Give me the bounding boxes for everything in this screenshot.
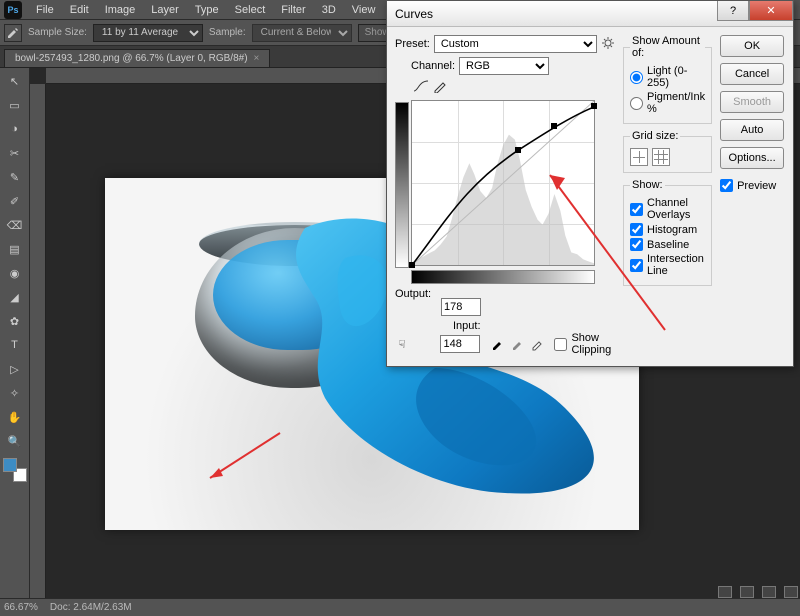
ruler-vertical[interactable] [30,84,46,598]
eyedropper-tool-icon[interactable] [4,24,22,42]
zoom-tool-icon[interactable]: 🔍 [4,430,26,452]
menu-filter[interactable]: Filter [273,4,313,16]
panel-icon[interactable] [740,586,754,598]
annotation-arrow-dialog [535,160,675,340]
output-field[interactable] [441,298,481,316]
help-window-button[interactable]: ? [717,1,749,21]
menu-type[interactable]: Type [187,4,227,16]
input-label: Input: [453,320,495,332]
gray-point-eyedropper-icon[interactable] [510,337,524,351]
tools-panel: ↖ ▭ ◑ ✂ ✎ ✐ ⌫ ▤ ◉ ◢ ✿ T ▷ ✧ ✋ 🔍 [0,68,30,598]
auto-button[interactable]: Auto [720,119,784,141]
light-radio[interactable] [630,71,643,84]
app-logo: Ps [4,1,22,19]
menu-image[interactable]: Image [97,4,144,16]
close-window-button[interactable]: ✕ [749,1,793,21]
doc-size: Doc: 2.64M/2.63M [50,602,132,613]
blur-tool-icon[interactable]: ◉ [4,262,26,284]
annotation-arrow-canvas [195,428,285,488]
show-amount-group: Show Amount of: Light (0-255) Pigment/In… [623,35,712,124]
show-amount-legend: Show Amount of: [630,35,705,59]
sample-layer-select[interactable]: Current & Below [252,24,352,42]
sample-layer-label: Sample: [209,27,246,38]
output-gradient [395,102,409,268]
hand-sampler-icon[interactable]: ☟ [395,338,409,351]
cancel-button[interactable]: Cancel [720,63,784,85]
preset-select[interactable]: Custom [434,35,597,53]
pigment-radio[interactable] [630,97,643,110]
smooth-button[interactable]: Smooth [720,91,784,113]
preview-checkbox[interactable] [720,179,733,192]
sample-size-select[interactable]: 11 by 11 Average [93,24,203,42]
ok-button[interactable]: OK [720,35,784,57]
foreground-swatch[interactable] [3,458,17,472]
type-tool-icon[interactable]: T [4,334,26,356]
output-label: Output: [395,288,437,300]
shape-tool-icon[interactable]: ✧ [4,382,26,404]
channel-select[interactable]: RGB [459,57,549,75]
brush-tool-icon[interactable]: ✐ [4,190,26,212]
menu-file[interactable]: File [28,4,62,16]
panel-icon[interactable] [718,586,732,598]
pigment-label: Pigment/Ink % [647,91,705,115]
sample-size-label: Sample Size: [28,27,87,38]
crop-tool-icon[interactable]: ✂ [4,142,26,164]
marquee-tool-icon[interactable]: ▭ [4,94,26,116]
dialog-titlebar[interactable]: Curves ? ✕ [387,1,793,27]
dialog-title: Curves [395,7,433,21]
menu-edit[interactable]: Edit [62,4,97,16]
close-tab-icon[interactable]: × [254,53,260,64]
preset-label: Preset: [395,38,430,50]
curve-point[interactable] [551,123,557,129]
menu-layer[interactable]: Layer [143,4,187,16]
document-tab-title: bowl-257493_1280.png @ 66.7% (Layer 0, R… [15,53,248,64]
curve-point[interactable] [515,147,521,153]
move-tool-icon[interactable]: ↖ [4,70,26,92]
dodge-tool-icon[interactable]: ◢ [4,286,26,308]
menu-3d[interactable]: 3D [314,4,344,16]
pen-tool-icon[interactable]: ✿ [4,310,26,332]
curve-point[interactable] [591,103,597,109]
document-tab[interactable]: bowl-257493_1280.png @ 66.7% (Layer 0, R… [4,49,270,67]
grid-size-legend: Grid size: [630,130,680,142]
collapsed-panel-strip [718,586,798,598]
color-swatches[interactable] [3,458,27,482]
zoom-level[interactable]: 66.67% [4,602,38,613]
panel-icon[interactable] [762,586,776,598]
input-field[interactable] [440,335,480,353]
curve-edit-icon[interactable] [413,79,429,96]
menu-view[interactable]: View [344,4,384,16]
status-bar: 66.67% Doc: 2.64M/2.63M [0,598,800,616]
curve-point[interactable] [409,262,415,268]
menu-select[interactable]: Select [227,4,274,16]
preview-label: Preview [737,180,776,192]
pencil-edit-icon[interactable] [433,79,447,96]
path-tool-icon[interactable]: ▷ [4,358,26,380]
lasso-tool-icon[interactable]: ◑ [4,118,26,140]
light-label: Light (0-255) [647,65,705,89]
gradient-tool-icon[interactable]: ▤ [4,238,26,260]
panel-icon[interactable] [784,586,798,598]
eyedropper-tool-icon[interactable]: ✎ [4,166,26,188]
hand-tool-icon[interactable]: ✋ [4,406,26,428]
black-point-eyedropper-icon[interactable] [490,337,504,351]
options-button[interactable]: Options... [720,147,784,169]
gear-icon[interactable] [601,36,615,53]
channel-label: Channel: [411,60,455,72]
eraser-tool-icon[interactable]: ⌫ [4,214,26,236]
